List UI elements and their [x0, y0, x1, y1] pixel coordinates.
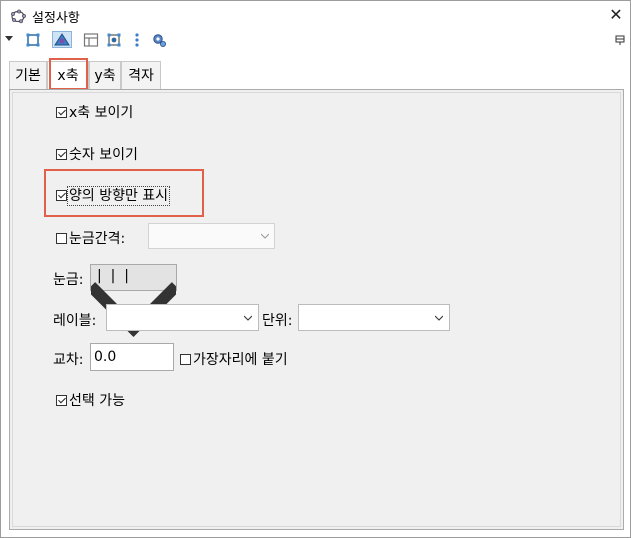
show-numbers-label: 숫자 보이기: [69, 147, 138, 163]
tab-highlight-box: [49, 58, 88, 90]
close-button[interactable]: ✕: [606, 5, 626, 25]
tab-y-axis[interactable]: y축: [89, 61, 121, 89]
cross-input[interactable]: 0.0: [90, 343, 174, 371]
toolbar: [1, 31, 630, 51]
label-field-label: 레이블:: [53, 313, 97, 329]
chevron-down-icon: [261, 233, 269, 239]
stick-to-edge-checkbox[interactable]: [180, 354, 191, 365]
selectable-checkbox[interactable]: [56, 395, 67, 406]
window-title: 설정사항: [32, 11, 80, 26]
stick-to-edge-label: 가장자리에 붙기: [193, 352, 288, 368]
tab-grid[interactable]: 격자: [121, 61, 161, 89]
settings-window: 설정사항 ✕ 기본 x축 y축 격자 x축 보이기 숫자 보이기 양의 방향만 …: [0, 0, 631, 538]
show-x-axis-checkbox[interactable]: [56, 107, 67, 118]
graphics-view-button[interactable]: [52, 31, 72, 48]
tick-interval-combo[interactable]: [148, 223, 275, 249]
title-bar: 설정사항 ✕: [1, 1, 630, 31]
show-numbers-checkbox[interactable]: [56, 149, 67, 160]
show-x-axis-label: x축 보이기: [69, 105, 134, 121]
option-highlight-box: [44, 169, 204, 217]
geogebra-app-icon: [11, 9, 26, 24]
layout-panel-icon[interactable]: [83, 32, 99, 48]
gear-icon[interactable]: [151, 32, 167, 48]
dropdown-arrow-icon[interactable]: [4, 34, 14, 44]
tick-interval-label: 눈금간격:: [69, 231, 126, 247]
axis-label-combo[interactable]: [106, 304, 259, 331]
show-numbers-row: 숫자 보이기: [56, 144, 138, 164]
cross-label: 교차:: [53, 352, 84, 368]
graphics-view-icon: [54, 33, 70, 46]
close-icon: ✕: [609, 5, 623, 24]
chevron-down-icon: [244, 315, 252, 321]
axis-unit-combo[interactable]: [298, 304, 450, 331]
ticks-label: 눈금:: [53, 272, 84, 288]
tick-interval-checkbox[interactable]: [56, 233, 67, 244]
unit-field-label: 단위:: [262, 313, 293, 329]
tab-basic[interactable]: 기본: [9, 61, 47, 89]
dots-menu-icon[interactable]: [129, 32, 145, 48]
selectable-label: 선택 가능: [69, 393, 125, 409]
square-select-icon[interactable]: [25, 32, 41, 48]
chevron-down-icon: [435, 315, 443, 321]
pin-icon[interactable]: [614, 34, 626, 46]
tick-interval-row: 눈금간격:: [56, 228, 125, 248]
selectable-row: 선택 가능: [56, 390, 125, 410]
show-x-axis-row: x축 보이기: [56, 102, 133, 122]
tick-style-combo[interactable]: | | |: [86, 264, 181, 338]
tick-style-value: | | |: [97, 268, 129, 284]
stick-to-edge-row: 가장자리에 붙기: [180, 349, 288, 369]
grid-select-icon[interactable]: [106, 32, 122, 48]
